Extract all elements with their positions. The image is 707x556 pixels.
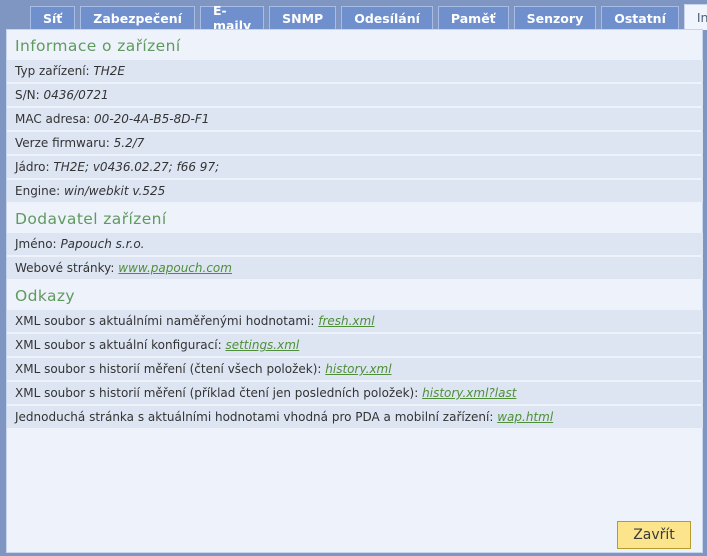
tab-e-maily[interactable]: E-maily [199, 3, 265, 33]
info-value: 0436/0721 [43, 88, 109, 102]
info-label: Jádro: [15, 160, 50, 174]
link-label: Jednoduchá stránka s aktuálními hodnotam… [15, 410, 494, 424]
tab-odesilani[interactable]: Odesílání [341, 6, 433, 29]
info-row-mac: MAC adresa: 00-20-4A-B5-8D-F1 [7, 108, 703, 130]
fresh-xml-link[interactable]: fresh.xml [318, 314, 374, 328]
info-value: TH2E; v0436.02.27; f66 97; [53, 160, 220, 174]
link-row-settings: XML soubor s aktuální konfigurací: setti… [7, 334, 703, 356]
tab-pamet[interactable]: Paměť [437, 6, 509, 29]
tab-bar: Síť Zabezpečení E-maily SNMP Odesílání P… [30, 3, 707, 33]
supplier-name-value: Papouch s.r.o. [60, 237, 145, 251]
supplier-heading: Dodavatel zařízení [15, 210, 167, 228]
link-row-history: XML soubor s historií měření (čtení všec… [7, 358, 703, 380]
info-label: S/N: [15, 88, 40, 102]
tab-senzory[interactable]: Senzory [513, 6, 597, 29]
supplier-row-name: Jméno: Papouch s.r.o. [7, 233, 703, 255]
link-row-history-last: XML soubor s historií měření (příklad čt… [7, 382, 703, 404]
info-value: 5.2/7 [113, 136, 145, 150]
tab-zabezpeceni[interactable]: Zabezpečení [80, 6, 195, 29]
info-row-firmware: Verze firmwaru: 5.2/7 [7, 132, 703, 154]
link-label: XML soubor s aktuální konfigurací: [15, 338, 222, 352]
settings-xml-link[interactable]: settings.xml [225, 338, 299, 352]
links-heading: Odkazy [15, 287, 75, 305]
info-value: win/webkit v.525 [64, 184, 166, 198]
supplier-name-label: Jméno: [15, 237, 57, 251]
supplier-row-web: Webové stránky: www.papouch.com [7, 257, 703, 279]
wap-html-link[interactable]: wap.html [497, 410, 553, 424]
tab-ostatni[interactable]: Ostatní [601, 6, 679, 29]
link-row-fresh: XML soubor s aktuálními naměřenými hodno… [7, 310, 703, 332]
link-row-wap: Jednoduchá stránka s aktuálními hodnotam… [7, 406, 703, 428]
close-button[interactable]: Zavřít [617, 521, 691, 549]
info-row-engine: Engine: win/webkit v.525 [7, 180, 703, 202]
info-label: Typ zařízení: [15, 64, 90, 78]
info-panel: Informace o zařízení Typ zařízení: TH2E … [6, 29, 703, 553]
info-row-serial: S/N: 0436/0721 [7, 84, 703, 106]
history-xml-link[interactable]: history.xml [325, 362, 391, 376]
supplier-web-link[interactable]: www.papouch.com [118, 261, 232, 275]
info-row-core: Jádro: TH2E; v0436.02.27; f66 97; [7, 156, 703, 178]
tab-info[interactable]: Info [683, 4, 707, 30]
link-label: XML soubor s historií měření (čtení všec… [15, 362, 322, 376]
info-label: Engine: [15, 184, 61, 198]
info-label: MAC adresa: [15, 112, 91, 126]
history-last-xml-link[interactable]: history.xml?last [422, 386, 516, 400]
link-label: XML soubor s historií měření (příklad čt… [15, 386, 419, 400]
tab-snmp[interactable]: SNMP [269, 6, 337, 29]
device-info-heading: Informace o zařízení [15, 37, 181, 55]
info-value: TH2E [93, 64, 125, 78]
info-row-device-type: Typ zařízení: TH2E [7, 60, 703, 82]
info-label: Verze firmwaru: [15, 136, 110, 150]
link-label: XML soubor s aktuálními naměřenými hodno… [15, 314, 315, 328]
supplier-web-label: Webové stránky: [15, 261, 115, 275]
tab-sit[interactable]: Síť [30, 6, 76, 29]
info-value: 00-20-4A-B5-8D-F1 [94, 112, 210, 126]
